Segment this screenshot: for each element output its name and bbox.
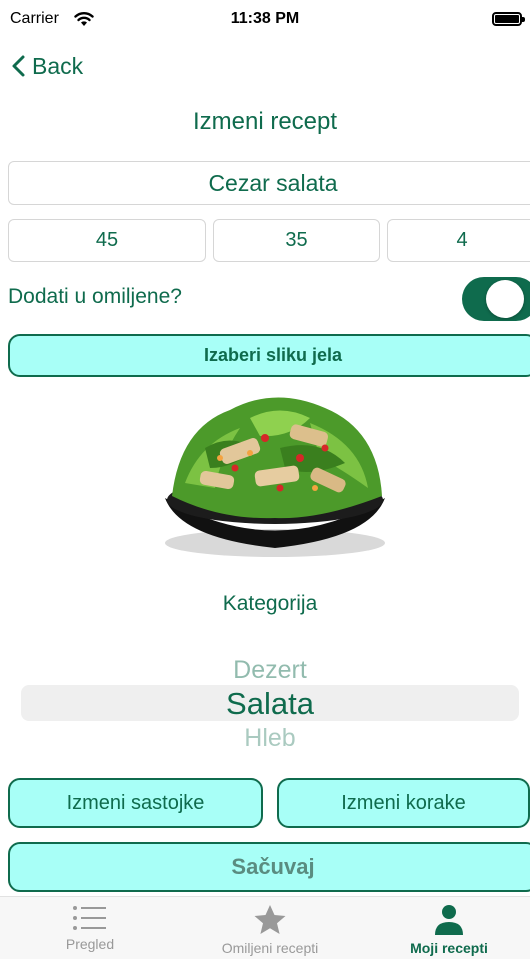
choose-image-button[interactable]: Izaberi sliku jela <box>8 334 530 377</box>
edit-ingredients-button[interactable]: Izmeni sastojke <box>8 778 263 828</box>
picker-option-selected[interactable]: Salata <box>21 686 519 722</box>
favorite-toggle[interactable] <box>462 277 530 321</box>
tab-pregled[interactable]: Pregled <box>30 897 150 959</box>
category-label: Kategorija <box>222 592 318 615</box>
edit-steps-button[interactable]: Izmeni korake <box>277 778 530 828</box>
toggle-knob <box>486 280 524 318</box>
status-bar: Carrier 11:38 PM <box>0 0 530 40</box>
number-field-3[interactable]: 4 <box>387 219 530 262</box>
page-title: Izmeni recept <box>192 108 338 135</box>
battery-icon <box>492 12 525 26</box>
save-button[interactable]: Sačuvaj <box>8 842 530 892</box>
list-icon <box>73 906 106 930</box>
number-field-2[interactable]: 35 <box>213 219 380 262</box>
recipe-name-input[interactable]: Cezar salata <box>8 161 530 205</box>
back-label: Back <box>32 52 84 79</box>
favorite-label: Dodati u omiljene? <box>8 285 182 308</box>
tab-label: Pregled <box>65 936 115 952</box>
chevron-left-icon <box>12 55 25 77</box>
tab-label: Moji recepti <box>410 940 488 956</box>
clock: 11:38 PM <box>230 10 300 27</box>
tab-label: Omiljeni recepti <box>221 940 319 956</box>
tab-omiljeni-recepti[interactable]: Omiljeni recepti <box>195 897 345 959</box>
person-icon <box>435 905 463 935</box>
back-button[interactable]: Back <box>10 50 83 82</box>
picker-option-previous[interactable]: Dezert <box>21 656 519 685</box>
salad-image <box>165 397 385 557</box>
tab-bar: Pregled Omiljeni recepti Moji recepti <box>0 896 530 959</box>
category-picker[interactable]: Dezert Salata Hleb <box>21 650 519 750</box>
tab-moji-recepti[interactable]: Moji recepti <box>389 897 509 959</box>
star-icon <box>254 905 286 934</box>
picker-option-next[interactable]: Hleb <box>21 724 519 750</box>
number-field-1[interactable]: 45 <box>8 219 206 262</box>
